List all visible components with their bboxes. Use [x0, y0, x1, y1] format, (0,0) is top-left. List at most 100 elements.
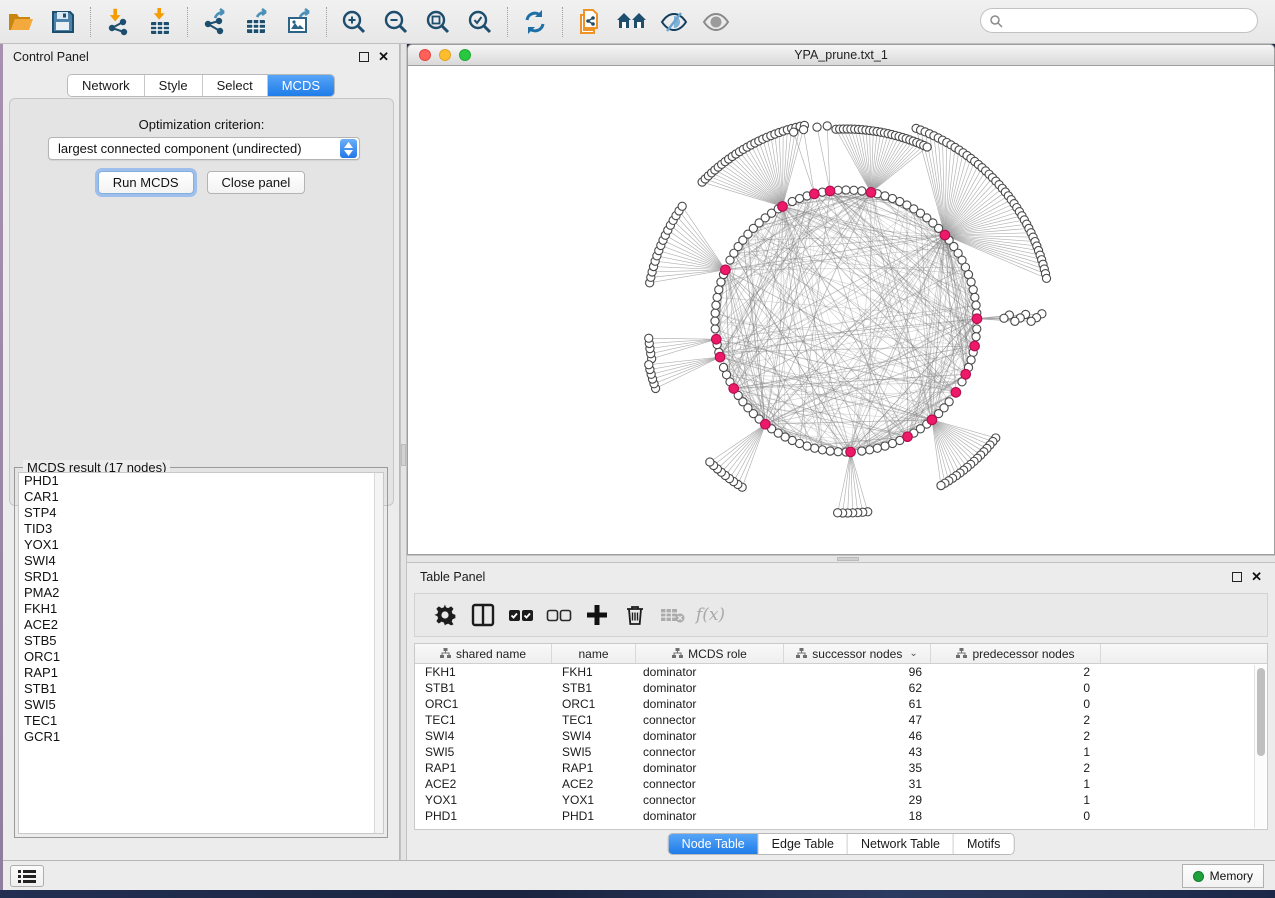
graph-node[interactable]	[969, 286, 977, 294]
mcds-result-item[interactable]: YOX1	[19, 537, 383, 553]
table-cell[interactable]: STB1	[415, 681, 552, 695]
table-cell[interactable]: SWI5	[415, 745, 552, 759]
close-panel-icon[interactable]: ✕	[1251, 572, 1262, 582]
table-cell[interactable]: 2	[931, 729, 1101, 743]
save-floppy-icon[interactable]	[44, 4, 82, 40]
table-cell[interactable]: 1	[931, 745, 1101, 759]
trash-icon[interactable]	[620, 600, 649, 630]
graph-node[interactable]	[715, 286, 723, 294]
import-network-icon[interactable]	[99, 4, 137, 40]
mcds-result-item[interactable]: STB1	[19, 681, 383, 697]
table-row[interactable]: ORC1ORC1dominator610	[415, 696, 1267, 712]
column-header-shared-name[interactable]: shared name	[415, 644, 552, 663]
column-header-name[interactable]: name	[552, 644, 636, 663]
table-cell[interactable]: 29	[784, 793, 931, 807]
table-row[interactable]: STB1STB1dominator620	[415, 680, 1267, 696]
graph-node[interactable]	[858, 447, 866, 455]
tab-style[interactable]: Style	[145, 75, 203, 96]
graph-node[interactable]	[711, 317, 719, 325]
graph-hub-node[interactable]	[778, 202, 788, 212]
criterion-dropdown[interactable]: largest connected component (undirected)	[48, 137, 360, 160]
table-cell[interactable]: 43	[784, 745, 931, 759]
splitter-grip[interactable]	[401, 444, 406, 466]
mcds-result-item[interactable]: ACE2	[19, 617, 383, 633]
table-cell[interactable]: connector	[636, 713, 784, 727]
graph-hub-node[interactable]	[721, 265, 731, 275]
table-cell[interactable]: 62	[784, 681, 931, 695]
graph-leaf-node[interactable]	[1000, 314, 1008, 322]
mcds-result-item[interactable]: SRD1	[19, 569, 383, 585]
table-row[interactable]: SWI4SWI4dominator462	[415, 728, 1267, 744]
graph-hub-node[interactable]	[810, 189, 820, 199]
graph-hub-node[interactable]	[846, 447, 856, 457]
mcds-result-item[interactable]: STP4	[19, 505, 383, 521]
table-cell[interactable]: FKH1	[552, 665, 636, 679]
mcds-result-item[interactable]: PMA2	[19, 585, 383, 601]
table-cell[interactable]: 2	[931, 761, 1101, 775]
table-cell[interactable]: PHD1	[552, 809, 636, 823]
graph-node[interactable]	[973, 325, 981, 333]
table-cell[interactable]: SWI4	[415, 729, 552, 743]
table-cell[interactable]: 0	[931, 681, 1101, 695]
table-cell[interactable]: 96	[784, 665, 931, 679]
eye-icon[interactable]	[697, 4, 735, 40]
table-cell[interactable]: ORC1	[415, 697, 552, 711]
graph-leaf-node[interactable]	[799, 126, 807, 134]
graph-hub-node[interactable]	[972, 314, 982, 324]
zoom-in-icon[interactable]	[335, 4, 373, 40]
graph-hub-node[interactable]	[711, 334, 721, 344]
close-panel-button[interactable]: Close panel	[207, 171, 306, 194]
zoom-fit-icon[interactable]	[419, 4, 457, 40]
graph-node[interactable]	[858, 187, 866, 195]
run-mcds-button[interactable]: Run MCDS	[98, 171, 194, 194]
export-network-icon[interactable]	[196, 4, 234, 40]
graph-node[interactable]	[967, 278, 975, 286]
export-image-icon[interactable]	[280, 4, 318, 40]
graph-hub-node[interactable]	[951, 388, 961, 398]
table-cell[interactable]: dominator	[636, 681, 784, 695]
tab-select[interactable]: Select	[203, 75, 268, 96]
graph-leaf-node[interactable]	[937, 481, 945, 489]
table-tab-motifs[interactable]: Motifs	[954, 834, 1013, 854]
table-cell[interactable]: 1	[931, 777, 1101, 791]
table-cell[interactable]: SWI5	[552, 745, 636, 759]
table-row[interactable]: RAP1RAP1dominator352	[415, 760, 1267, 776]
table-cell[interactable]: YOX1	[415, 793, 552, 807]
tab-mcds[interactable]: MCDS	[268, 75, 334, 96]
mcds-result-item[interactable]: FKH1	[19, 601, 383, 617]
table-cell[interactable]: 0	[931, 697, 1101, 711]
eye-slash-icon[interactable]	[655, 4, 693, 40]
table-row[interactable]: SWI5SWI5connector431	[415, 744, 1267, 760]
graph-leaf-node[interactable]	[1042, 274, 1050, 282]
graph-node[interactable]	[713, 293, 721, 301]
zoom-selected-icon[interactable]	[461, 4, 499, 40]
gear-icon[interactable]	[430, 600, 459, 630]
table-cell[interactable]: YOX1	[552, 793, 636, 807]
graph-node[interactable]	[711, 325, 719, 333]
scrollbar-thumb[interactable]	[1257, 668, 1265, 756]
graph-hub-node[interactable]	[866, 188, 876, 198]
table-cell[interactable]: 31	[784, 777, 931, 791]
table-row[interactable]: YOX1YOX1connector291	[415, 792, 1267, 808]
table-tab-network-table[interactable]: Network Table	[848, 834, 954, 854]
graph-node[interactable]	[719, 363, 727, 371]
task-history-button[interactable]	[10, 865, 44, 887]
mcds-result-item[interactable]: CAR1	[19, 489, 383, 505]
mcds-result-item[interactable]: GCR1	[19, 729, 383, 745]
graph-node[interactable]	[850, 186, 858, 194]
deselect-all-checkboxes-icon[interactable]	[544, 600, 573, 630]
table-cell[interactable]: dominator	[636, 809, 784, 823]
graph-leaf-node[interactable]	[706, 458, 714, 466]
table-cell[interactable]: 18	[784, 809, 931, 823]
table-cell[interactable]: 61	[784, 697, 931, 711]
mcds-result-item[interactable]: TEC1	[19, 713, 383, 729]
documents-share-icon[interactable]	[571, 4, 609, 40]
graph-hub-node[interactable]	[940, 230, 950, 240]
memory-button[interactable]: Memory	[1182, 864, 1264, 888]
float-panel-icon[interactable]	[359, 52, 369, 62]
mcds-result-item[interactable]: ORC1	[19, 649, 383, 665]
mcds-result-item[interactable]: RAP1	[19, 665, 383, 681]
graph-node[interactable]	[866, 446, 874, 454]
table-cell[interactable]: dominator	[636, 665, 784, 679]
graph-leaf-node[interactable]	[678, 202, 686, 210]
